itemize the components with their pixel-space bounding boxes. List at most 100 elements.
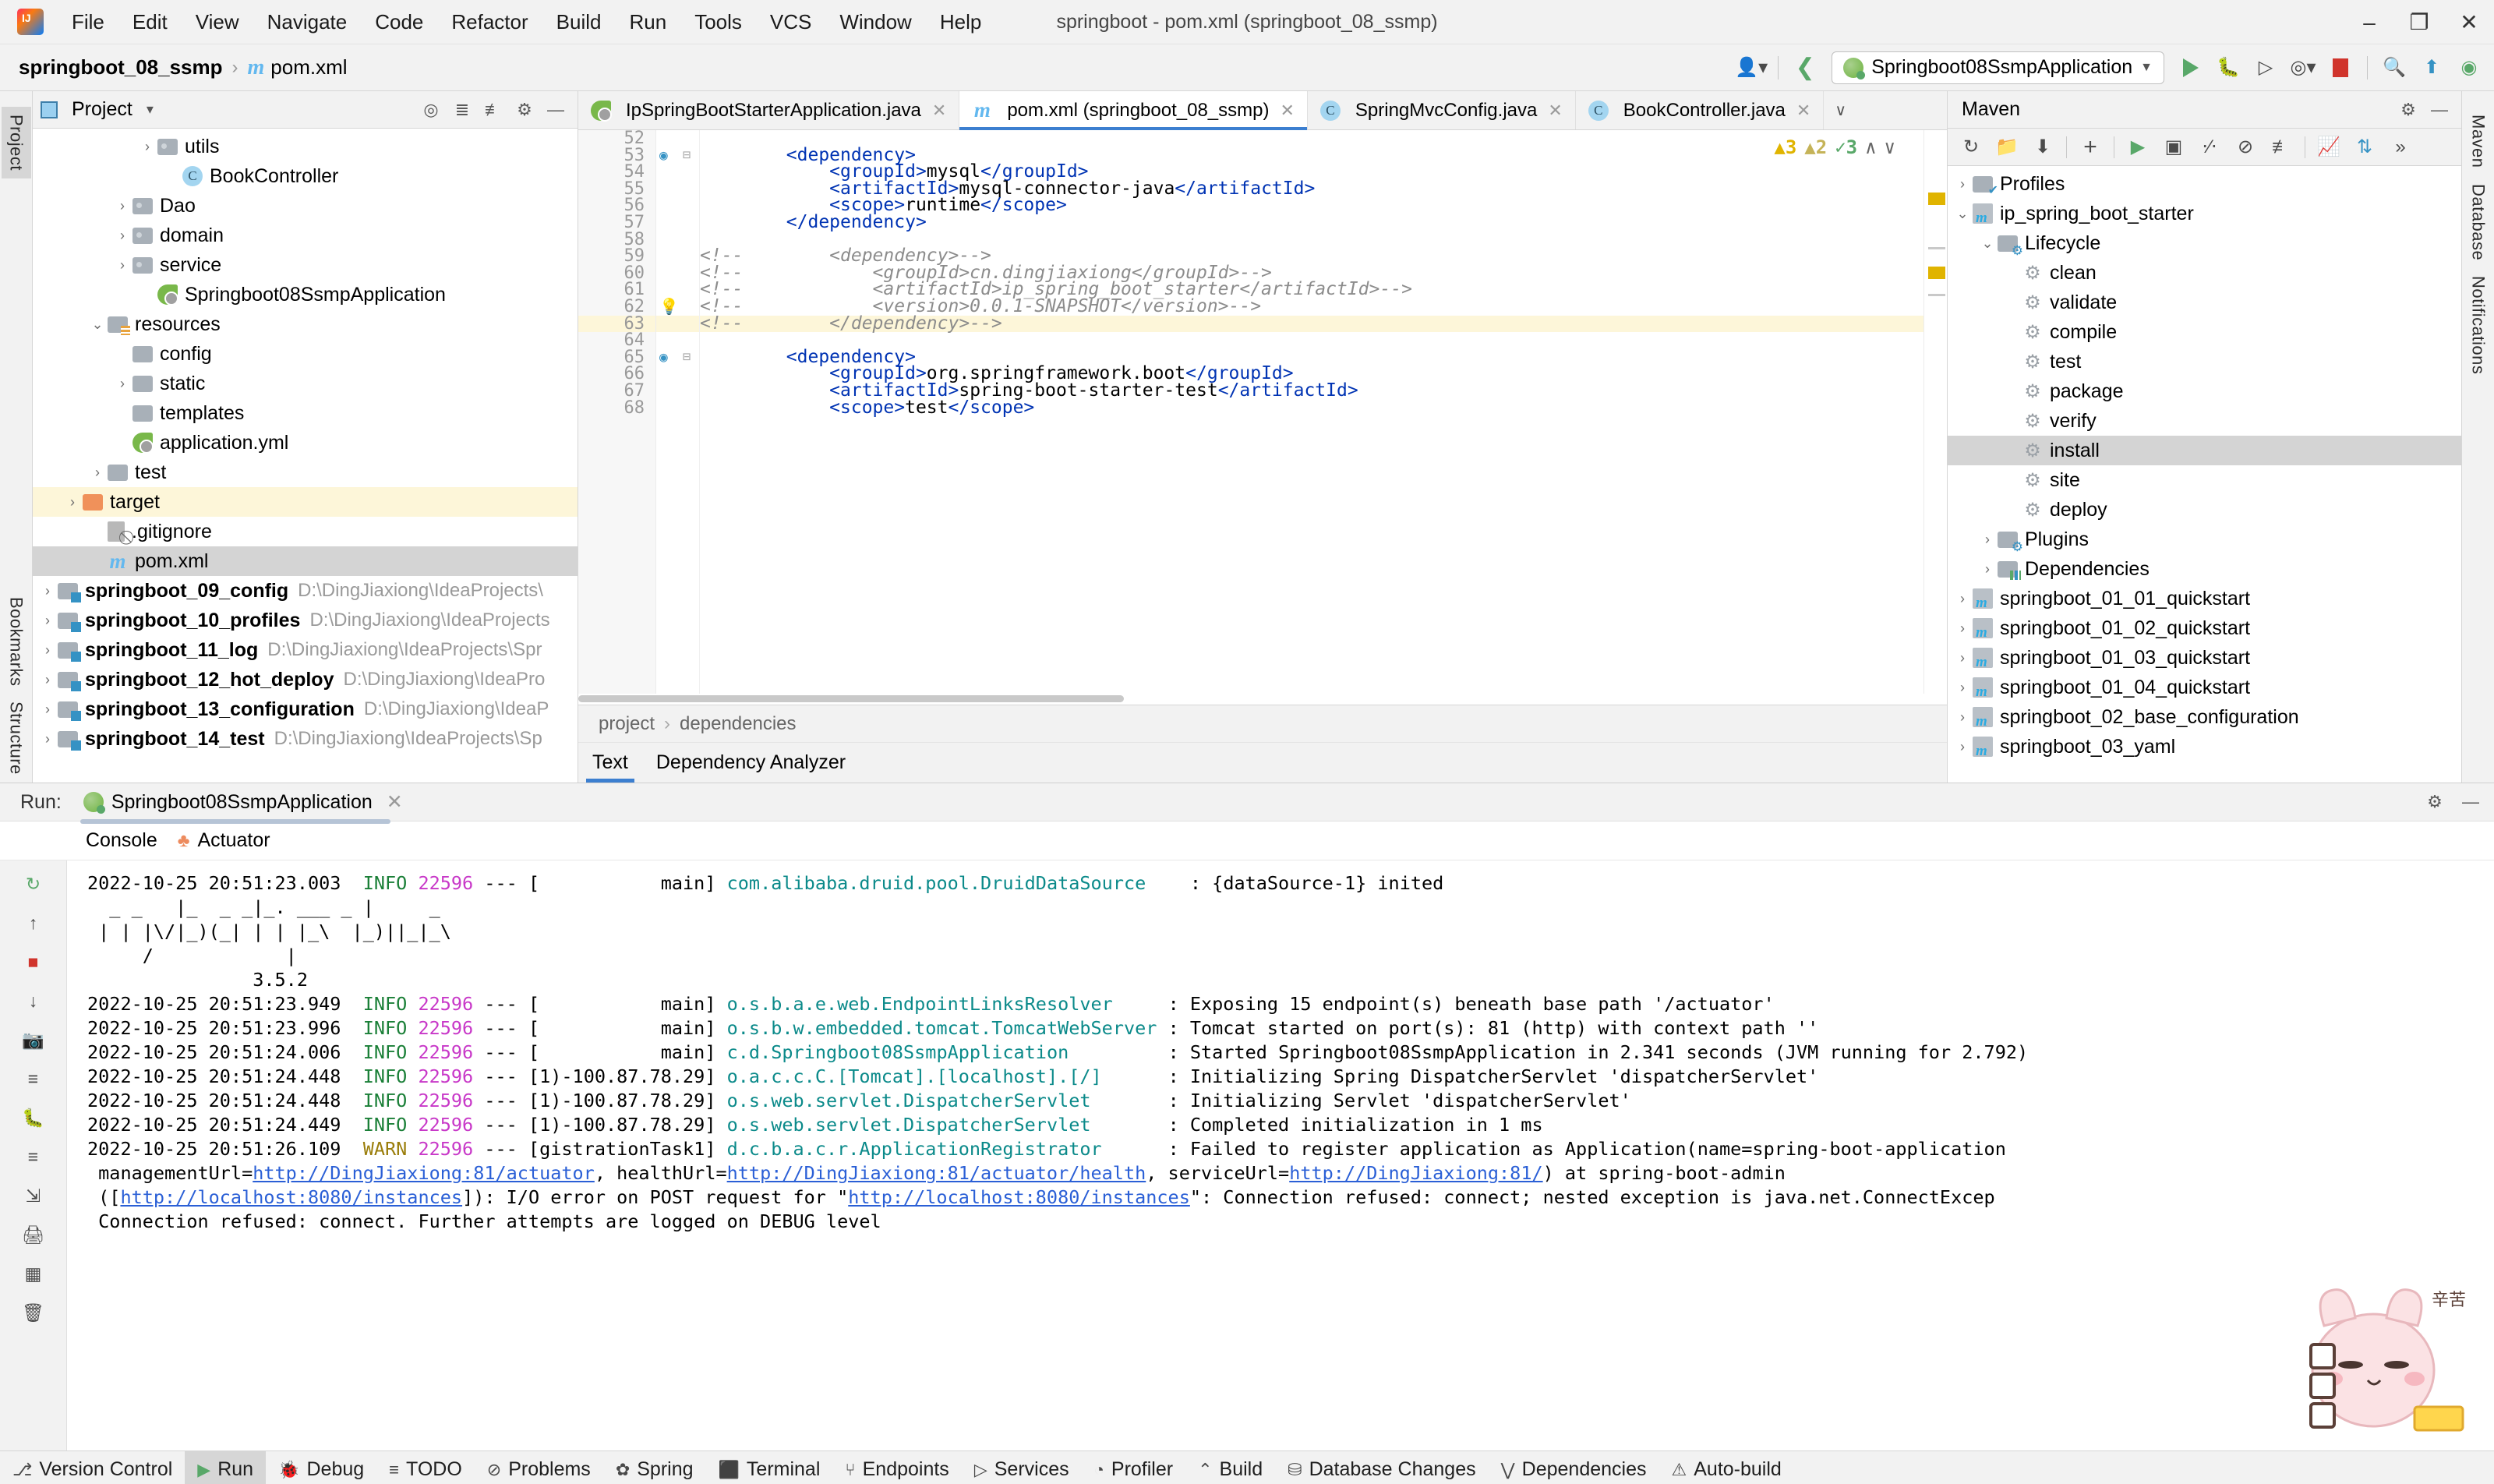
gutter-marker-slot[interactable] (656, 383, 699, 400)
run-gutter-icon[interactable]: ◉ (659, 147, 668, 164)
bottom-tab-spring[interactable]: ✿ Spring (603, 1451, 706, 1484)
collapse-all-icon[interactable]: ≢ (479, 96, 507, 124)
close-icon[interactable]: ✕ (387, 790, 403, 814)
user-profile-icon[interactable]: 👤▾ (1734, 51, 1768, 85)
console-link[interactable]: http://DingJiaxiong:81/actuator (253, 1162, 595, 1184)
chevron-icon[interactable]: › (1977, 532, 1998, 548)
maven-item-verify[interactable]: ⚙ verify (1948, 406, 2461, 436)
strip-tab-maven[interactable]: Maven (2464, 107, 2493, 176)
project-item-pom-xml[interactable]: m pom.xml (33, 546, 578, 576)
minimize-button[interactable]: – (2344, 0, 2394, 44)
error-stripe-scrollbar[interactable] (1923, 130, 1947, 694)
toggle-skip-tests-icon[interactable]: ⋅∕⋅ (2194, 132, 2225, 162)
gutter-marker-slot[interactable]: 💡 (656, 298, 699, 316)
console-output[interactable]: 2022-10-25 20:51:23.003 INFO 22596 --- [… (67, 860, 2494, 1450)
trash-icon[interactable]: 🗑 (17, 1298, 50, 1327)
chevron-icon[interactable]: › (112, 257, 132, 274)
fold-gutter[interactable]: ◉ ⊟ 💡 ◉ ⊟ (656, 130, 700, 694)
bottom-tab-problems[interactable]: ⊘ Problems (475, 1451, 603, 1484)
bottom-tab-dependencies[interactable]: ⋁ Dependencies (1489, 1451, 1659, 1484)
fold-icon[interactable]: ⊟ (683, 147, 691, 164)
project-item--gitignore[interactable]: .gitignore (33, 517, 578, 546)
chevron-icon[interactable]: › (1952, 620, 1973, 637)
menu-tools[interactable]: Tools (680, 5, 756, 39)
chevron-icon[interactable]: › (37, 672, 58, 688)
maven-item-compile[interactable]: ⚙ compile (1948, 317, 2461, 347)
strip-tab-structure[interactable]: Structure (2, 694, 31, 783)
project-item-domain[interactable]: › domain (33, 221, 578, 250)
reload-icon[interactable]: ↻ (1955, 132, 1987, 162)
chevron-icon[interactable]: › (112, 228, 132, 244)
project-item-springboot-11-log[interactable]: › springboot_11_log D:\DingJiaxiong\IdeaPr… (33, 635, 578, 665)
project-item-application-yml[interactable]: application.yml (33, 428, 578, 458)
chevron-icon[interactable]: › (1952, 650, 1973, 666)
editor-tab-ipspringbootstarterapplication-java[interactable]: IpSpringBootStarterApplication.java ✕ (578, 91, 960, 129)
gutter-marker-slot[interactable]: ◉ ⊟ (656, 349, 699, 366)
run-button[interactable] (2174, 51, 2208, 85)
more-icon[interactable]: » (2385, 132, 2416, 162)
debug-button[interactable]: 🐛 (2211, 51, 2245, 85)
project-tree[interactable]: › utils C BookController › Dao › domain › service… (33, 129, 578, 783)
rerun-icon[interactable]: ↻ (17, 870, 50, 898)
chevron-icon[interactable]: › (1952, 176, 1973, 193)
gutter-marker-slot[interactable] (656, 265, 699, 282)
maven-item-plugins[interactable]: › Plugins (1948, 525, 2461, 555)
bottom-tab-endpoints[interactable]: ⑂ Endpoints (832, 1451, 961, 1484)
maven-item-springboot-02-base-configuration[interactable]: › springboot_02_base_configuration (1948, 702, 2461, 732)
tab-actuator[interactable]: ♣ Actuator (178, 829, 270, 852)
code-editor[interactable]: 52 53 54 55 56 57 58 59 60 61 62 63 64 65 66 67 68 ◉ ⊟ 💡 ◉ ⊟… (578, 130, 1947, 694)
bottom-tab-database-changes[interactable]: ⛁ Database Changes (1275, 1451, 1488, 1484)
bottom-tab-profiler[interactable]: ◔ Profiler (1082, 1451, 1185, 1484)
bottom-tab-services[interactable]: ▷ Services (962, 1451, 1082, 1484)
expand-icon[interactable]: ⇅ (2349, 132, 2380, 162)
gutter-marker-slot[interactable] (656, 130, 699, 147)
toggle-offline-icon[interactable]: ⊘ (2230, 132, 2261, 162)
console-link[interactable]: http://localhost:8080/instances (848, 1186, 1190, 1208)
ide-assistant-icon[interactable]: ◉ (2452, 51, 2486, 85)
project-item-bookcontroller[interactable]: C BookController (33, 161, 578, 191)
stop-button[interactable] (2323, 51, 2358, 85)
chevron-icon[interactable]: › (1977, 561, 1998, 578)
updates-available-icon[interactable]: ⬆ (2415, 51, 2449, 85)
intention-bulb-icon[interactable]: 💡 (659, 298, 679, 316)
breadcrumb-dependencies-node[interactable]: dependencies (680, 713, 796, 735)
add-icon[interactable]: + (2075, 132, 2106, 162)
breadcrumb-project-node[interactable]: project (599, 713, 655, 735)
down-icon[interactable]: ↓ (17, 987, 50, 1015)
chevron-icon[interactable]: ⌄ (1952, 206, 1973, 222)
project-item-target[interactable]: › target (33, 487, 578, 517)
settings-icon[interactable]: ⚙ (510, 96, 539, 124)
camera-icon[interactable]: 📷 (17, 1026, 50, 1054)
chevron-icon[interactable]: › (37, 583, 58, 599)
bottom-tab-debug[interactable]: 🐞 Debug (266, 1451, 376, 1484)
run-tab-springboot08ssmpapplication[interactable]: Springboot08SsmpApplication ✕ (74, 787, 412, 824)
tab-dependency-analyzer[interactable]: Dependency Analyzer (642, 743, 860, 783)
maven-item-lifecycle[interactable]: ⌄ Lifecycle (1948, 228, 2461, 259)
menu-refactor[interactable]: Refactor (437, 5, 542, 39)
maven-item-validate[interactable]: ⚙ validate (1948, 288, 2461, 317)
chevron-down-icon[interactable]: ▾ (147, 101, 154, 118)
chevron-icon[interactable]: › (112, 198, 132, 214)
maven-item-package[interactable]: ⚙ package (1948, 376, 2461, 406)
gutter-marker-slot[interactable] (656, 197, 699, 214)
breadcrumb-project[interactable]: springboot_08_ssmp (19, 55, 223, 80)
menu-build[interactable]: Build (542, 5, 616, 39)
bottom-tab-version-control[interactable]: ⎇ Version Control (0, 1451, 185, 1484)
maximize-button[interactable]: ❐ (2394, 0, 2444, 44)
chevron-icon[interactable]: › (112, 376, 132, 392)
project-item-templates[interactable]: templates (33, 398, 578, 428)
code-line[interactable]: <scope>test</scope> (700, 398, 1947, 417)
add-module-icon[interactable]: 📁 (1991, 132, 2022, 162)
updates-icon[interactable]: ❮ (1788, 51, 1822, 85)
menu-run[interactable]: Run (615, 5, 680, 39)
hide-icon[interactable]: — (542, 96, 570, 124)
next-problem-icon[interactable]: ∨ (1885, 136, 1895, 158)
bottom-tab-build[interactable]: ⌃ Build (1185, 1451, 1275, 1484)
collapse-all-icon[interactable]: ≢ (2266, 132, 2297, 162)
project-item-springboot-14-test[interactable]: › springboot_14_test D:\DingJiaxiong\IdeaP… (33, 724, 578, 754)
console-link[interactable]: http://localhost:8080/instances (120, 1186, 462, 1208)
maven-item-site[interactable]: ⚙ site (1948, 465, 2461, 495)
project-item-springboot-10-profiles[interactable]: › springboot_10_profiles D:\DingJiaxiong\I… (33, 606, 578, 635)
maven-item-clean[interactable]: ⚙ clean (1948, 258, 2461, 288)
code-line[interactable]: <!-- </dependency>--> (700, 314, 1947, 333)
